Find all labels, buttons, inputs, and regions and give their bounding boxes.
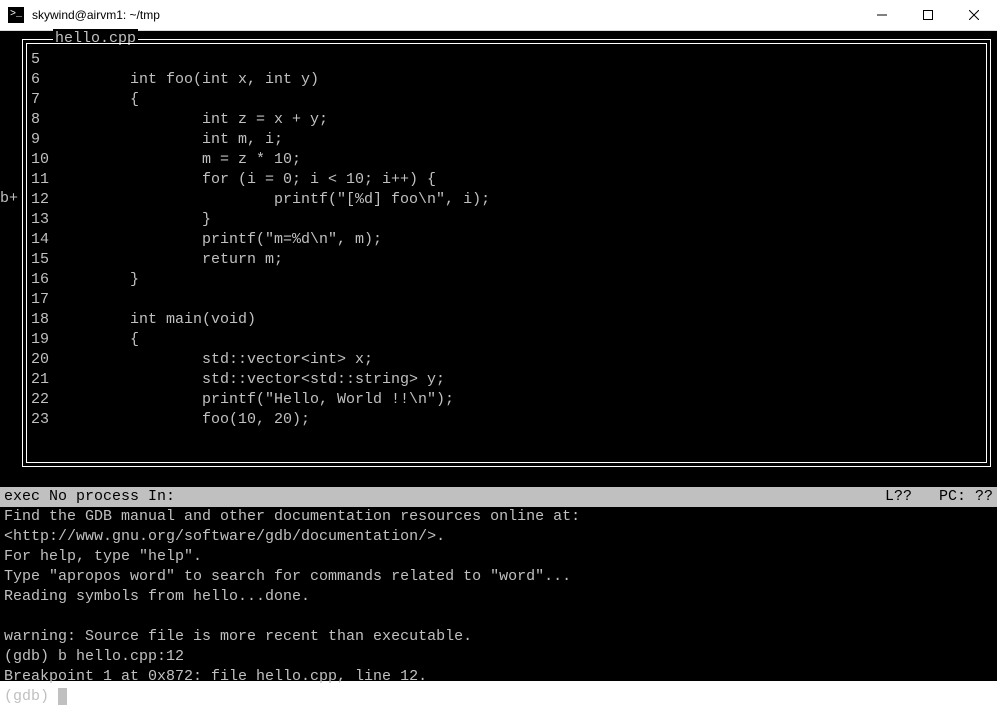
code-text: int z = x + y; xyxy=(67,110,328,130)
console-line: Find the GDB manual and other documentat… xyxy=(4,507,993,527)
status-right: L?? PC: ?? xyxy=(885,487,993,507)
line-number: 19 xyxy=(31,330,67,350)
window-titlebar: >_ skywind@airvm1: ~/tmp xyxy=(0,0,997,31)
code-line: 8 int z = x + y; xyxy=(31,110,986,130)
code-text: int foo(int x, int y) xyxy=(67,70,319,90)
line-number: 7 xyxy=(31,90,67,110)
line-number: 10 xyxy=(31,150,67,170)
code-line: 18 int main(void) xyxy=(31,310,986,330)
code-line: 7 { xyxy=(31,90,986,110)
line-number: 23 xyxy=(31,410,67,430)
minimize-button[interactable] xyxy=(859,0,905,30)
code-text: std::vector<std::string> y; xyxy=(67,370,445,390)
source-code-view[interactable]: 56 int foo(int x, int y)7 {8 int z = x +… xyxy=(26,43,987,463)
code-text: int main(void) xyxy=(67,310,256,330)
console-line: warning: Source file is more recent than… xyxy=(4,627,993,647)
line-number: 12 xyxy=(31,190,67,210)
code-text: printf("m=%d\n", m); xyxy=(67,230,382,250)
code-text: m = z * 10; xyxy=(67,150,301,170)
line-number: 14 xyxy=(31,230,67,250)
code-text: for (i = 0; i < 10; i++) { xyxy=(67,170,436,190)
source-window-frame: hello.cpp 56 int foo(int x, int y)7 {8 i… xyxy=(22,39,991,467)
code-line: 13 } xyxy=(31,210,986,230)
cursor xyxy=(58,688,67,705)
line-number: 8 xyxy=(31,110,67,130)
code-line: 6 int foo(int x, int y) xyxy=(31,70,986,90)
breakpoint-marker: b+ xyxy=(0,189,18,209)
console-line: Breakpoint 1 at 0x872: file hello.cpp, l… xyxy=(4,667,993,687)
line-number: 5 xyxy=(31,50,67,70)
console-line: (gdb) b hello.cpp:12 xyxy=(4,647,993,667)
code-text: std::vector<int> x; xyxy=(67,350,373,370)
line-number: 18 xyxy=(31,310,67,330)
maximize-button[interactable] xyxy=(905,0,951,30)
code-text: } xyxy=(67,270,139,290)
code-line: 14 printf("m=%d\n", m); xyxy=(31,230,986,250)
code-line: 20 std::vector<int> x; xyxy=(31,350,986,370)
console-line: <http://www.gnu.org/software/gdb/documen… xyxy=(4,527,993,547)
code-text: printf("[%d] foo\n", i); xyxy=(67,190,490,210)
code-line: 22 printf("Hello, World !!\n"); xyxy=(31,390,986,410)
code-text: printf("Hello, World !!\n"); xyxy=(67,390,454,410)
code-line: 19 { xyxy=(31,330,986,350)
status-left: exec No process In: xyxy=(4,487,885,507)
line-number: 16 xyxy=(31,270,67,290)
code-line: 23 foo(10, 20); xyxy=(31,410,986,430)
window-controls xyxy=(859,0,997,30)
gdb-console[interactable]: Find the GDB manual and other documentat… xyxy=(0,507,997,681)
line-number: 22 xyxy=(31,390,67,410)
close-button[interactable] xyxy=(951,0,997,30)
code-line: 17 xyxy=(31,290,986,310)
code-text: int m, i; xyxy=(67,130,283,150)
code-text: { xyxy=(67,330,139,350)
code-text: } xyxy=(67,210,211,230)
console-line: (gdb) xyxy=(4,687,993,707)
code-text: { xyxy=(67,90,139,110)
code-line: 11 for (i = 0; i < 10; i++) { xyxy=(31,170,986,190)
line-number: 20 xyxy=(31,350,67,370)
status-bar: exec No process In: L?? PC: ?? xyxy=(0,487,997,507)
terminal-area[interactable]: b+ hello.cpp 56 int foo(int x, int y)7 {… xyxy=(0,31,997,681)
line-number: 17 xyxy=(31,290,67,310)
code-line: 16 } xyxy=(31,270,986,290)
code-line: 10 m = z * 10; xyxy=(31,150,986,170)
console-line: Type "apropos word" to search for comman… xyxy=(4,567,993,587)
terminal-app-icon: >_ xyxy=(8,7,24,23)
line-number: 15 xyxy=(31,250,67,270)
code-text: return m; xyxy=(67,250,283,270)
code-line: 15 return m; xyxy=(31,250,986,270)
line-number: 9 xyxy=(31,130,67,150)
line-number: 13 xyxy=(31,210,67,230)
window-title: skywind@airvm1: ~/tmp xyxy=(32,8,859,22)
line-number: 21 xyxy=(31,370,67,390)
code-line: 5 xyxy=(31,50,986,70)
line-number: 11 xyxy=(31,170,67,190)
code-line: 12 printf("[%d] foo\n", i); xyxy=(31,190,986,210)
console-line xyxy=(4,607,993,627)
console-line: For help, type "help". xyxy=(4,547,993,567)
code-line: 21 std::vector<std::string> y; xyxy=(31,370,986,390)
console-line: Reading symbols from hello...done. xyxy=(4,587,993,607)
code-text: foo(10, 20); xyxy=(67,410,310,430)
code-line: 9 int m, i; xyxy=(31,130,986,150)
line-number: 6 xyxy=(31,70,67,90)
